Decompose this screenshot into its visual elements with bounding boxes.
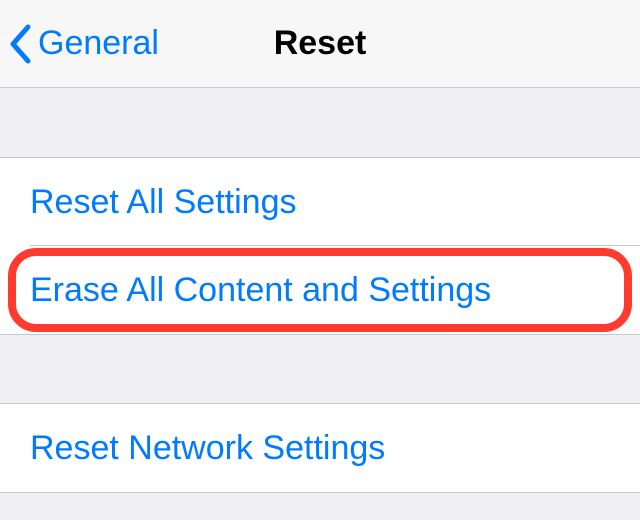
back-button[interactable]: General <box>8 24 159 64</box>
page-title: Reset <box>274 24 367 63</box>
back-label: General <box>38 24 159 63</box>
chevron-left-icon <box>8 24 32 64</box>
list-item-label: Reset Network Settings <box>30 429 385 468</box>
reset-all-settings[interactable]: Reset All Settings <box>0 158 640 246</box>
reset-network-settings[interactable]: Reset Network Settings <box>0 404 640 492</box>
erase-all-content-and-settings[interactable]: Erase All Content and Settings <box>0 246 640 334</box>
navigation-bar: General Reset <box>0 0 640 88</box>
section-gap <box>0 334 640 404</box>
section-gap <box>0 492 640 512</box>
list-item-label: Erase All Content and Settings <box>30 271 491 310</box>
section-gap <box>0 88 640 158</box>
list-item-label: Reset All Settings <box>30 183 296 222</box>
